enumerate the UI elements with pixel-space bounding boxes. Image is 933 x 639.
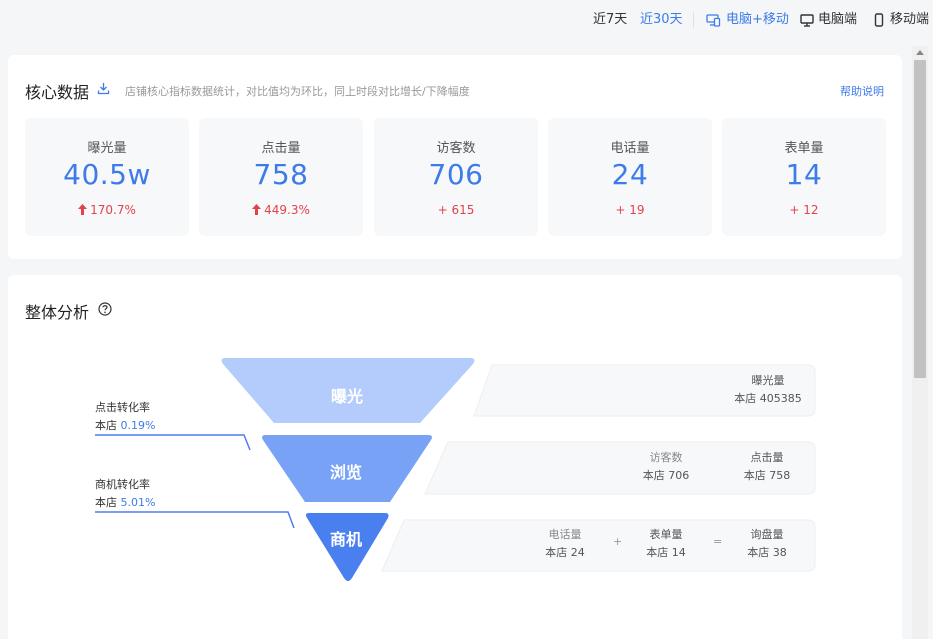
metric-change: 449.3% bbox=[199, 203, 363, 217]
metric-change: 170.7% bbox=[25, 203, 189, 217]
multi-device-icon bbox=[706, 14, 721, 27]
metric-card-visitors: 访客数 706 + 615 bbox=[374, 118, 538, 236]
device-pc-tab[interactable]: 电脑端 bbox=[818, 12, 857, 28]
core-data-card: 核心数据 店铺核心指标数据统计，对比值均为环比，同上时段对比增长/下降幅度 帮助… bbox=[8, 55, 902, 259]
metric-card-clicks: 点击量 758 449.3% bbox=[199, 118, 363, 236]
metric-card-exposure: 曝光量 40.5w 170.7% bbox=[25, 118, 189, 236]
metric-label: 访客数 bbox=[436, 141, 476, 156]
download-icon[interactable] bbox=[97, 82, 110, 95]
stage-label-exposure: 曝光 bbox=[331, 387, 364, 406]
forms-stat: 表单量 本店 14 bbox=[636, 526, 696, 562]
stat-name: 表单量 bbox=[649, 528, 683, 541]
stat-value: 本店 24 bbox=[545, 546, 585, 559]
stat-value: 本店 14 bbox=[646, 546, 686, 559]
inquiry-stat: 询盘量 本店 38 bbox=[737, 526, 797, 562]
biz-rate-value: 本店 5.01% bbox=[95, 494, 155, 510]
stat-value: 本店 706 bbox=[642, 469, 690, 482]
click-rate-value: 本店 0.19% bbox=[95, 417, 155, 433]
metric-label: 电话量 bbox=[610, 141, 650, 156]
metric-card-calls: 电话量 24 + 19 bbox=[548, 118, 712, 236]
stat-value: 本店 405385 bbox=[734, 392, 802, 405]
click-rate-label: 点击转化率 bbox=[95, 401, 150, 414]
metric-value: 14 bbox=[785, 158, 823, 191]
help-link[interactable]: 帮助说明 bbox=[840, 83, 884, 99]
visitors-stat: 访客数 本店 706 bbox=[636, 449, 696, 485]
metric-change-value: + 19 bbox=[615, 203, 645, 217]
range-30-days[interactable]: 近30天 bbox=[640, 12, 683, 28]
plus-operator: + bbox=[613, 535, 623, 548]
biz-rate-prefix: 本店 bbox=[95, 496, 117, 509]
core-data-title: 核心数据 bbox=[25, 83, 90, 102]
top-filter-bar: 近7天 近30天 电脑+移动 电脑端 移动端 bbox=[0, 0, 933, 40]
range-7-days[interactable]: 近7天 bbox=[593, 12, 627, 28]
metric-value: 40.5w bbox=[63, 158, 151, 191]
click-rate-percent: 0.19% bbox=[120, 419, 156, 432]
biz-rate-connector bbox=[95, 511, 295, 529]
calls-stat: 电话量 本店 24 bbox=[535, 526, 595, 562]
metric-value: 758 bbox=[253, 158, 309, 191]
topbar-divider bbox=[693, 12, 694, 28]
metric-change-value: + 615 bbox=[437, 203, 475, 217]
device-mobile-tab[interactable]: 移动端 bbox=[890, 12, 929, 28]
core-data-subtitle: 店铺核心指标数据统计，对比值均为环比，同上时段对比增长/下降幅度 bbox=[125, 85, 470, 98]
clicks-stat: 点击量 本店 758 bbox=[737, 449, 797, 485]
biz-rate-percent: 5.01% bbox=[120, 496, 156, 509]
stat-name: 询盘量 bbox=[750, 528, 784, 541]
arrow-up-icon bbox=[252, 204, 262, 215]
desktop-icon bbox=[800, 14, 814, 27]
mobile-icon bbox=[874, 13, 884, 27]
stage-label-browse: 浏览 bbox=[330, 463, 363, 482]
overall-analysis-card: 整体分析 点击转化率 本店 0.19% 商机转化率 本店 5.01% 曝光 浏览… bbox=[8, 275, 902, 639]
stat-name: 曝光量 bbox=[751, 374, 785, 387]
equals-operator: = bbox=[713, 535, 723, 548]
page-scrollbar[interactable] bbox=[912, 46, 928, 639]
exposure-stat: 曝光量 本店 405385 bbox=[728, 372, 808, 408]
metric-change-value: + 12 bbox=[789, 203, 819, 217]
metric-change-value: 449.3% bbox=[264, 203, 310, 217]
stat-value: 本店 758 bbox=[743, 469, 791, 482]
stat-name: 点击量 bbox=[750, 451, 784, 464]
metric-label: 表单量 bbox=[784, 141, 824, 156]
arrow-up-icon bbox=[78, 204, 88, 215]
metric-card-forms: 表单量 14 + 12 bbox=[722, 118, 886, 236]
stat-value: 本店 38 bbox=[747, 546, 787, 559]
metric-value: 706 bbox=[428, 158, 484, 191]
scroll-up-arrow-icon[interactable] bbox=[916, 50, 924, 55]
biz-rate-label: 商机转化率 bbox=[95, 478, 150, 491]
device-all-tab[interactable]: 电脑+移动 bbox=[726, 12, 789, 28]
stat-name: 访客数 bbox=[649, 451, 683, 464]
metric-change-value: 170.7% bbox=[90, 203, 136, 217]
metric-label: 点击量 bbox=[261, 141, 301, 156]
click-rate-connector bbox=[95, 434, 251, 451]
stat-name: 电话量 bbox=[548, 528, 582, 541]
scrollbar-thumb[interactable] bbox=[914, 60, 926, 378]
metric-value: 24 bbox=[611, 158, 649, 191]
click-rate-prefix: 本店 bbox=[95, 419, 117, 432]
metric-label: 曝光量 bbox=[87, 141, 127, 156]
stage-label-biz: 商机 bbox=[330, 530, 363, 549]
